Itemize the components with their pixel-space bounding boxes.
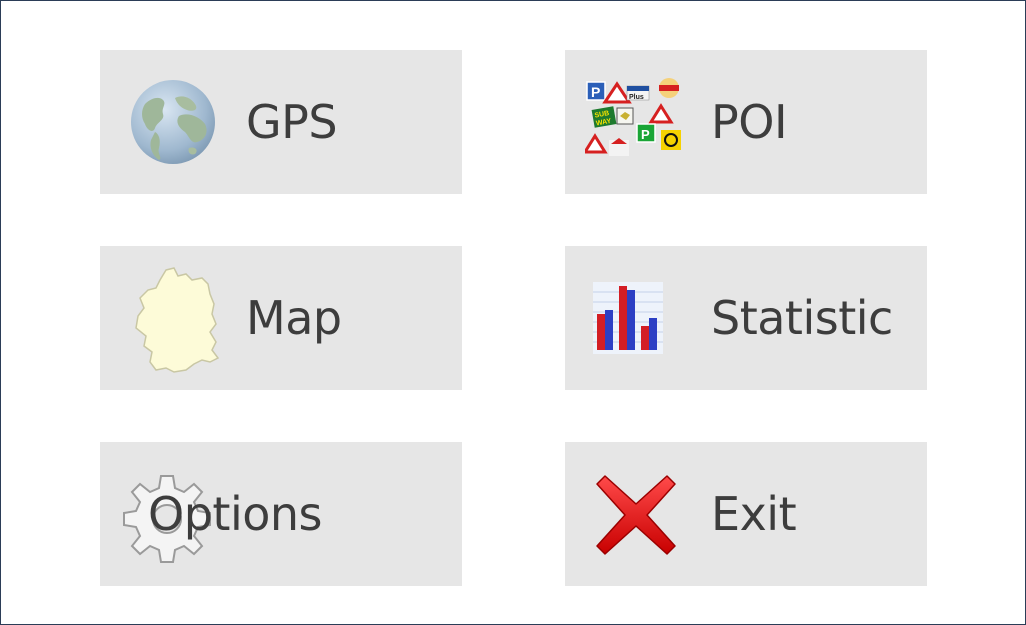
options-label: Options xyxy=(148,487,323,541)
svg-text:P: P xyxy=(591,84,600,100)
options-button[interactable]: Options xyxy=(100,442,462,586)
gps-label: GPS xyxy=(246,95,338,149)
exit-label: Exit xyxy=(711,487,797,541)
map-label: Map xyxy=(246,291,342,345)
poi-signs-icon: P Plus SUB WAY P xyxy=(585,78,681,156)
svg-text:Plus: Plus xyxy=(629,94,644,101)
statistic-button[interactable]: Statistic xyxy=(565,246,927,390)
gps-button[interactable]: GPS xyxy=(100,50,462,194)
germany-map-icon xyxy=(135,267,220,373)
app-window: GPS P Plus SUB WAY P POI Map Statistic O… xyxy=(0,0,1026,625)
svg-text:P: P xyxy=(641,127,650,142)
bar-chart-icon xyxy=(593,282,663,354)
map-button[interactable]: Map xyxy=(100,246,462,390)
poi-label: POI xyxy=(711,95,788,149)
exit-button[interactable]: Exit xyxy=(565,442,927,586)
red-x-icon xyxy=(596,475,676,555)
globe-icon xyxy=(131,80,215,164)
statistic-label: Statistic xyxy=(711,291,893,345)
poi-button[interactable]: P Plus SUB WAY P POI xyxy=(565,50,927,194)
svg-text:WAY: WAY xyxy=(595,118,612,128)
